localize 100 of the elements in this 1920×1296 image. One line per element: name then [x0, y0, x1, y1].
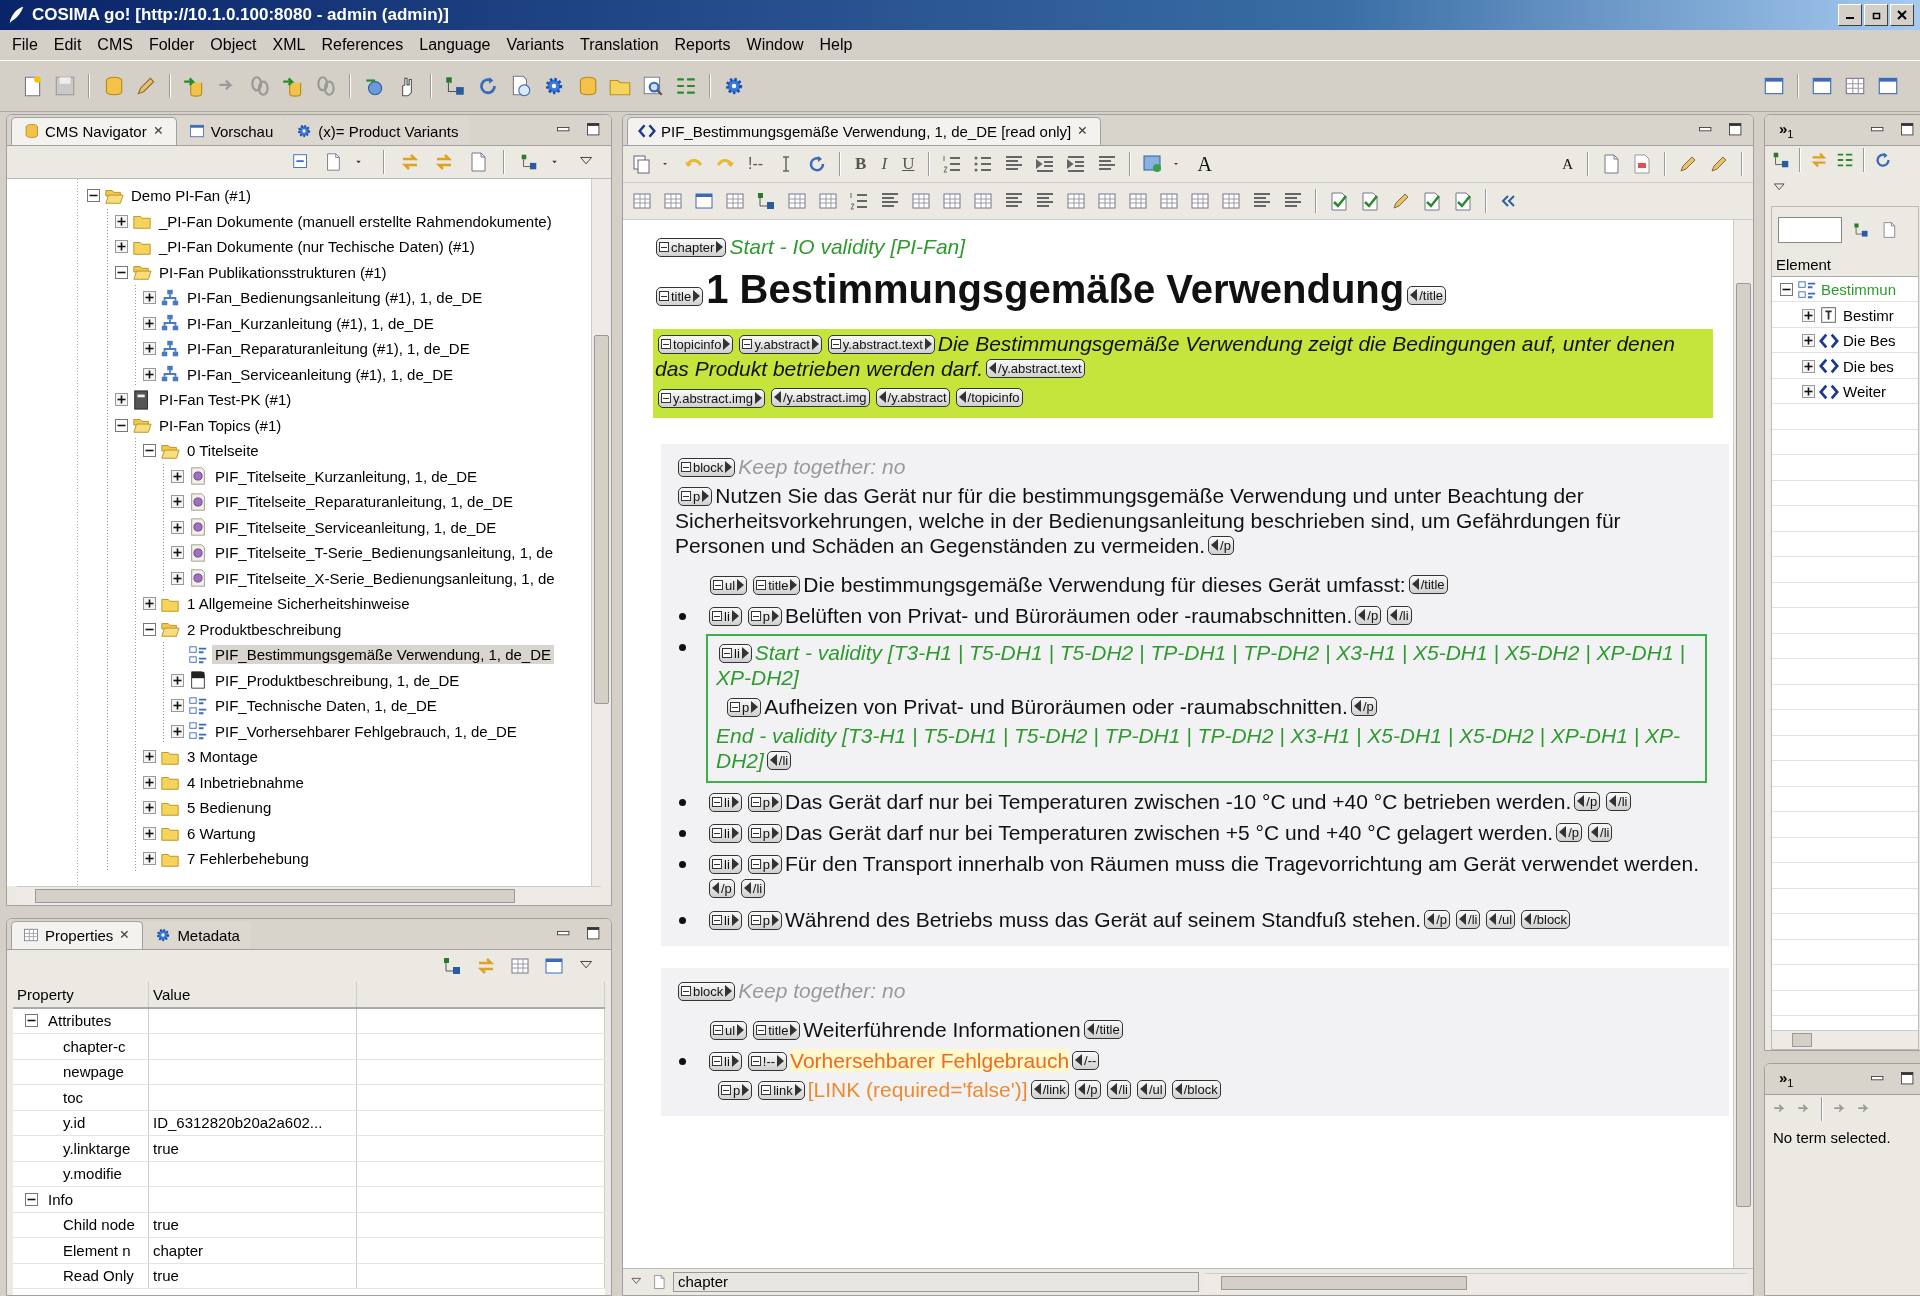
expand-toggle-icon[interactable]	[143, 826, 156, 840]
panel-tab[interactable]: Vorschau	[176, 117, 285, 145]
tree-item[interactable]: PIF_Titelseite_Reparaturanleitung, 1, de_DE	[212, 492, 516, 512]
menu-item[interactable]: XML	[264, 33, 314, 57]
tree-item[interactable]: 6 Wartung	[184, 823, 259, 843]
check-icon[interactable]	[1452, 190, 1474, 212]
outline-item[interactable]: Weiter	[1843, 383, 1887, 401]
expand-toggle-icon[interactable]	[143, 316, 156, 330]
expand-toggle-icon[interactable]	[115, 393, 128, 407]
tree-item[interactable]: PI-Fan Topics (#1)	[156, 415, 285, 435]
menu-item[interactable]: Folder	[140, 33, 203, 57]
tree-item[interactable]: PIF_Produktbeschreibung, 1, de_DE	[212, 670, 463, 690]
format-button[interactable]: !--	[745, 155, 767, 173]
tree-item[interactable]: 7 Fehlerbehebung	[184, 849, 312, 869]
tree-item[interactable]: PIF_Vorhersehbarer Fehlgebrauch, 1, de_DE	[212, 721, 520, 741]
expand-toggle-icon[interactable]	[143, 801, 156, 815]
maximize-icon[interactable]	[1899, 1070, 1917, 1088]
scrollbar[interactable]	[17, 886, 601, 905]
tree-item[interactable]: _PI-Fan Dokumente (nur Techische Daten) (#1)	[156, 237, 478, 257]
panel-tab[interactable]: Metadata	[143, 921, 251, 949]
collapse-toggle-icon[interactable]	[87, 189, 100, 203]
expand-toggle-icon[interactable]	[143, 750, 156, 764]
format-button[interactable]: U	[899, 154, 918, 174]
scrollbar[interactable]	[591, 179, 611, 886]
hierarchy-icon[interactable]	[1771, 150, 1791, 170]
tree-item[interactable]: 4 Inbetriebnahme	[184, 772, 307, 792]
format-button[interactable]: A	[1559, 155, 1576, 173]
tree-item[interactable]: 3 Montage	[184, 747, 261, 767]
restore-button[interactable]	[1864, 4, 1888, 26]
tree-item[interactable]: PIF_Titelseite_Serviceanleitung, 1, de_DE	[212, 517, 500, 537]
expand-toggle-icon[interactable]	[171, 546, 184, 560]
expand-toggle-icon[interactable]	[143, 367, 156, 381]
collapse-toggle-icon[interactable]	[115, 265, 128, 279]
scrollbar[interactable]	[1772, 1030, 1918, 1049]
expand-toggle-icon[interactable]	[171, 520, 184, 534]
tree-item[interactable]: PI-Fan_Bedienungsanleitung (#1), 1, de_DE	[184, 288, 486, 308]
menu-item[interactable]: CMS	[89, 33, 141, 57]
expand-toggle-icon[interactable]	[1802, 334, 1815, 348]
tree-item[interactable]: PI-Fan_Reparaturanleitung (#1), 1, de_DE	[184, 339, 473, 359]
minimize-button[interactable]	[1838, 4, 1862, 26]
expand-toggle-icon[interactable]	[115, 214, 128, 228]
expand-toggle-icon[interactable]	[171, 724, 184, 738]
column-header[interactable]: Element	[1772, 253, 1918, 277]
hierarchy-icon[interactable]	[1852, 221, 1870, 239]
menu-item[interactable]: Language	[411, 33, 499, 57]
tree-item[interactable]: PIF_Bestimmungsgemäße Verwendung, 1, de_DE	[212, 645, 554, 665]
tree-item[interactable]: PIF_Titelseite_Kurzanleitung, 1, de_DE	[212, 466, 481, 486]
menu-item[interactable]: Reports	[666, 33, 739, 57]
tree-item[interactable]: _PI-Fan Dokumente (manuell erstellte Rahmendokumente)	[156, 211, 555, 231]
pdf-icon[interactable]	[1631, 153, 1653, 175]
expand-toggle-icon[interactable]	[143, 342, 156, 356]
hierarchy-icon[interactable]	[519, 152, 539, 172]
collapse-toggle-icon[interactable]	[115, 418, 128, 432]
tree-item[interactable]: PI-Fan_Kurzanleitung (#1), 1, de_DE	[184, 313, 437, 333]
collapse-toggle-icon[interactable]	[143, 622, 156, 636]
menu-item[interactable]: Window	[738, 33, 812, 57]
expand-toggle-icon[interactable]	[1802, 359, 1815, 373]
magnifier-icon[interactable]	[641, 74, 665, 98]
expand-toggle-icon[interactable]	[171, 673, 184, 687]
expand-toggle-icon[interactable]	[1802, 385, 1815, 399]
scrollbar[interactable]	[1205, 1272, 1747, 1292]
tree-item[interactable]: 0 Titelseite	[184, 441, 262, 461]
format-button[interactable]: I	[878, 154, 891, 174]
expand-toggle-icon[interactable]	[171, 469, 184, 483]
tree-item[interactable]: 2 Produktbeschreibung	[184, 619, 345, 639]
tree-item[interactable]: PIF_Titelseite_T-Serie_Bedienungsanleitung, 1, de	[212, 543, 556, 563]
documents-icon[interactable]	[631, 153, 653, 175]
menu-item[interactable]: Translation	[571, 33, 667, 57]
editor-tab[interactable]: PIF_Bestimmungsgemäße Verwendung, 1, de_DE [read only]	[627, 117, 1102, 145]
outline-item[interactable]: Bestimmun	[1821, 281, 1897, 299]
hierarchy-icon[interactable]	[441, 955, 463, 977]
hierarchy-icon[interactable]	[755, 190, 777, 212]
window-icon[interactable]	[693, 190, 715, 212]
numbered-list-icon[interactable]	[848, 190, 870, 212]
tree-item[interactable]: PIF_Titelseite_X-Serie_Bedienungsanleitung, 1, de	[212, 568, 558, 588]
tree-item[interactable]: 1 Allgemeine Sicherheitshinweise	[184, 594, 413, 614]
scrollbar[interactable]	[1733, 220, 1753, 1268]
expand-toggle-icon[interactable]	[171, 699, 184, 713]
document-icon[interactable]	[1880, 221, 1898, 239]
menu-item[interactable]: Object	[202, 33, 265, 57]
hierarchy-icon[interactable]	[443, 74, 467, 98]
collapse-toggle-icon[interactable]	[25, 1014, 38, 1028]
menu-item[interactable]: References	[313, 33, 412, 57]
format-button[interactable]: A	[1194, 152, 1551, 176]
expand-toggle-icon[interactable]	[1802, 308, 1815, 322]
panel-tab[interactable]: (x)= Product Variants	[284, 117, 470, 145]
maximize-icon[interactable]	[1899, 121, 1917, 139]
menu-item[interactable]: Help	[811, 33, 861, 57]
expand-toggle-icon[interactable]	[143, 291, 156, 305]
tree-item[interactable]: PIF_Technische Daten, 1, de_DE	[212, 696, 440, 716]
menu-item[interactable]: Edit	[45, 33, 90, 57]
column-header[interactable]: Value	[149, 982, 357, 1007]
check-icon[interactable]	[1359, 190, 1381, 212]
expand-toggle-icon[interactable]	[115, 240, 128, 254]
window-icon[interactable]	[543, 955, 565, 977]
expand-toggle-icon[interactable]	[171, 495, 184, 509]
tree-item[interactable]: PI-Fan Publikationsstrukturen (#1)	[156, 262, 390, 282]
tree-item[interactable]: Demo PI-Fan (#1)	[128, 186, 255, 206]
breadcrumb-field[interactable]: chapter	[673, 1272, 1199, 1292]
expand-toggle-icon[interactable]	[171, 571, 184, 585]
